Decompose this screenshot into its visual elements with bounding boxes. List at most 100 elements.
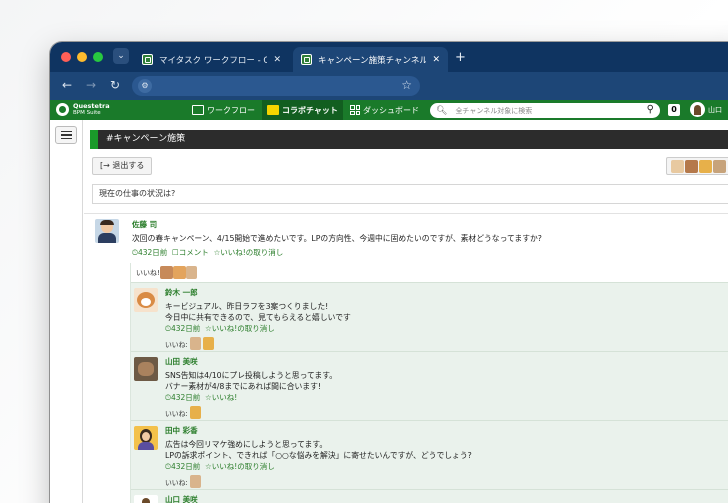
tab-close-icon[interactable]: ✕ bbox=[432, 55, 440, 65]
questetra-favicon-icon bbox=[142, 54, 153, 65]
nav-dashboard[interactable]: ダッシュボード bbox=[350, 100, 419, 120]
avatar[interactable] bbox=[189, 337, 201, 350]
logo-subname: BPM Suite bbox=[73, 109, 101, 116]
avatar bbox=[685, 159, 698, 173]
address-bar[interactable]: ⚙ ☆ bbox=[132, 76, 420, 96]
back-arrow-icon[interactable]: ← bbox=[62, 78, 72, 92]
comment-link[interactable]: コメント bbox=[179, 248, 209, 257]
like-link[interactable]: いいね! bbox=[212, 393, 238, 402]
avatar[interactable] bbox=[95, 219, 119, 243]
reply-author[interactable]: 田中 彩香 bbox=[165, 425, 728, 436]
unlike-link[interactable]: いいね!の取り消し bbox=[212, 462, 275, 471]
channel-search-box[interactable]: 🔍︎ 全チャンネル対象に検索 ⚲ bbox=[430, 103, 660, 118]
tab-close-icon[interactable]: ✕ bbox=[273, 55, 281, 65]
nav-label: コラボチャット bbox=[282, 105, 338, 115]
reply-item: 田中 彩香 広告は今回リマケ強めにしようと思ってます。 LPの訴求ポイント、でき… bbox=[131, 421, 728, 490]
avatar bbox=[690, 102, 705, 117]
questetra-logo-icon bbox=[56, 103, 69, 116]
browser-tab-campaign[interactable]: キャンペーン施策チャンネル コ ✕ bbox=[293, 47, 448, 72]
channel-members[interactable] bbox=[666, 157, 728, 175]
nav-workflow[interactable]: ワークフロー bbox=[192, 100, 255, 120]
bookmark-star-icon[interactable]: ☆ bbox=[401, 78, 412, 92]
reply-text: キービジュアル、昨日ラフを3案つくりました! 今日中に共有できるので、見てもらえ… bbox=[165, 302, 351, 322]
zoom-window-button[interactable] bbox=[93, 52, 103, 62]
nav-collab-chat[interactable]: コラボチャット bbox=[262, 100, 343, 120]
nav-label: ワークフロー bbox=[207, 105, 255, 115]
avatar[interactable] bbox=[172, 266, 186, 279]
post-time[interactable]: 432日前 bbox=[138, 248, 167, 257]
post-likes: いいね! bbox=[131, 263, 728, 283]
search-placeholder: 全チャンネル対象に検索 bbox=[455, 106, 533, 115]
user-name: 山口 bbox=[708, 105, 722, 114]
avatar[interactable] bbox=[134, 357, 158, 381]
avatar[interactable] bbox=[159, 266, 173, 279]
sidebar bbox=[50, 120, 83, 503]
comment-icon: ☐ bbox=[172, 248, 179, 257]
nav-label: ダッシュボード bbox=[363, 105, 419, 115]
avatar[interactable] bbox=[189, 475, 201, 488]
avatar[interactable] bbox=[185, 266, 197, 279]
tab-title: キャンペーン施策チャンネル コ bbox=[318, 55, 427, 66]
avatar[interactable] bbox=[134, 426, 158, 450]
reply-actions: 🕓︎432日前 ☆いいね!の取り消し bbox=[165, 461, 728, 472]
post-author[interactable]: 佐藤 司 bbox=[132, 219, 728, 230]
reply-text: SNS告知は4/10にプレ投稿しようと思ってます。 バナー素材が4/8までにあれ… bbox=[165, 371, 338, 391]
chat-content: #キャンペーン施策 [→ 退出する 現在の仕事の状況は? 佐藤 司 次回の春キャ… bbox=[84, 120, 728, 503]
reply-time[interactable]: 432日前 bbox=[171, 462, 200, 471]
reply-item: 山口 美咲 bbox=[131, 490, 728, 503]
tab-title: マイタスク ワークフロー - Ques bbox=[159, 55, 268, 66]
user-menu[interactable]: 山口 bbox=[690, 102, 722, 117]
reply-time[interactable]: 432日前 bbox=[171, 324, 200, 333]
leave-label: 退出する bbox=[112, 161, 145, 170]
avatar bbox=[671, 159, 684, 173]
forward-arrow-icon[interactable]: → bbox=[86, 78, 96, 92]
reply-item: 山田 美咲 SNS告知は4/10にプレ投稿しようと思ってます。 バナー素材が4/… bbox=[131, 352, 728, 421]
browser-tab-workflow[interactable]: マイタスク ワークフロー - Ques ✕ bbox=[134, 47, 289, 72]
logo-name: Questetra bbox=[73, 102, 110, 110]
star-icon: ☆ bbox=[205, 393, 212, 402]
site-settings-icon[interactable]: ⚙ bbox=[138, 79, 152, 93]
avatar[interactable] bbox=[202, 337, 214, 350]
reply-author[interactable]: 山田 美咲 bbox=[165, 356, 728, 367]
tab-search-icon[interactable]: ⌄ bbox=[113, 48, 129, 64]
unlike-link[interactable]: いいね!の取り消し bbox=[220, 248, 283, 257]
avatar bbox=[699, 159, 712, 173]
main-area: #キャンペーン施策 [→ 退出する 現在の仕事の状況は? 佐藤 司 次回の春キャ… bbox=[50, 120, 728, 503]
reply-thread: いいね! 鈴木 一郎 キービジュアル、昨日ラフを3案つくりました! 今日中に共有… bbox=[130, 263, 728, 503]
search-icon: 🔍︎ bbox=[436, 105, 448, 116]
reply-likes: いいね: bbox=[165, 406, 728, 419]
reply-author[interactable]: 山口 美咲 bbox=[165, 494, 728, 503]
minimize-window-button[interactable] bbox=[77, 52, 87, 62]
tab-strip: ⌄ マイタスク ワークフロー - Ques ✕ キャンペーン施策チャンネル コ … bbox=[50, 42, 728, 72]
search-submit-icon[interactable]: ⚲ bbox=[647, 104, 654, 115]
reload-icon[interactable]: ↻ bbox=[110, 78, 120, 92]
new-tab-icon[interactable]: + bbox=[455, 50, 466, 65]
channel-title: #キャンペーン施策 bbox=[90, 130, 728, 149]
browser-window: ⌄ マイタスク ワークフロー - Ques ✕ キャンペーン施策チャンネル コ … bbox=[50, 42, 728, 503]
avatar[interactable] bbox=[189, 406, 201, 419]
reply-author[interactable]: 鈴木 一郎 bbox=[165, 287, 728, 298]
channel-topic: 現在の仕事の状況は? bbox=[92, 184, 728, 204]
leave-channel-button[interactable]: [→ 退出する bbox=[92, 157, 153, 175]
post-actions: 🕓︎432日前 ☐コメント ☆いいね!の取り消し bbox=[132, 247, 728, 258]
questetra-favicon-icon bbox=[301, 54, 312, 65]
dashboard-icon bbox=[350, 105, 360, 115]
star-icon: ☆ bbox=[205, 462, 212, 471]
questetra-logo[interactable]: Questetra BPM Suite bbox=[56, 103, 110, 116]
reply-time[interactable]: 432日前 bbox=[171, 393, 200, 402]
post-text: 次回の春キャンペーン、4/15開始で進めたいです。LPの方向性、今週中に固めたい… bbox=[132, 234, 542, 243]
chat-icon bbox=[267, 105, 279, 115]
app-header: Questetra BPM Suite ワークフロー コラボチャット ダッシュボ… bbox=[50, 100, 728, 120]
leave-icon: [→ bbox=[100, 161, 110, 170]
menu-icon[interactable] bbox=[55, 126, 77, 144]
unlike-link[interactable]: いいね!の取り消し bbox=[212, 324, 275, 333]
avatar[interactable] bbox=[134, 288, 158, 312]
chat-post: 佐藤 司 次回の春キャンペーン、4/15開始で進めたいです。LPの方向性、今週中… bbox=[84, 213, 728, 257]
notification-badge[interactable]: 0 bbox=[668, 104, 680, 116]
avatar[interactable] bbox=[134, 495, 158, 503]
close-window-button[interactable] bbox=[61, 52, 71, 62]
reply-likes: いいね: bbox=[165, 475, 728, 488]
star-icon: ☆ bbox=[205, 324, 212, 333]
workflow-icon bbox=[192, 105, 204, 115]
reply-item: 鈴木 一郎 キービジュアル、昨日ラフを3案つくりました! 今日中に共有できるので… bbox=[131, 283, 728, 352]
